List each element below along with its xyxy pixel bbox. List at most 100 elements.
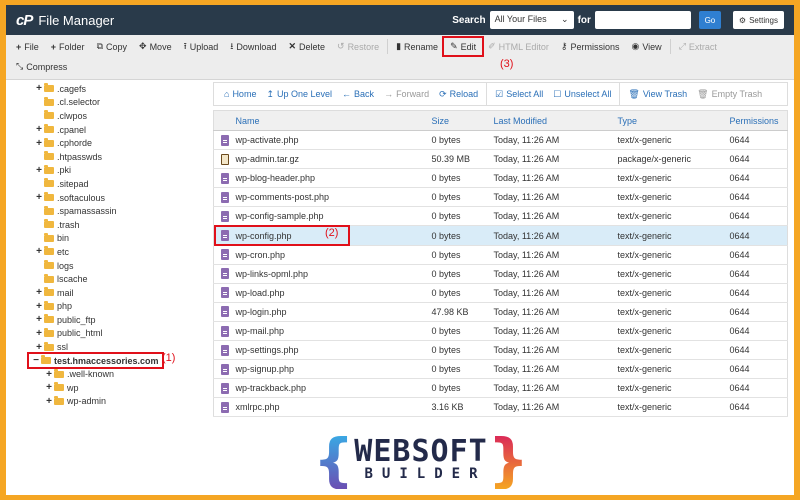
cell-name[interactable]: wp-admin.tar.gz bbox=[235, 149, 432, 170]
tree-item[interactable]: .trash bbox=[6, 218, 211, 232]
cell-name[interactable]: xmlrpc.php bbox=[235, 397, 432, 418]
tree-item[interactable]: lscache bbox=[6, 272, 211, 286]
tree-item[interactable]: + .cagefs bbox=[6, 82, 211, 96]
tree-item[interactable]: + wp bbox=[6, 381, 211, 395]
tree-item[interactable]: .clwpos bbox=[6, 109, 211, 123]
tree-item[interactable]: .sitepad bbox=[6, 177, 211, 191]
cell-name[interactable]: wp-config-sample.php bbox=[235, 206, 432, 227]
table-row[interactable]: wp-login.php 47.98 KB Today, 11:26 AM text/… bbox=[213, 302, 788, 322]
tree-item[interactable]: + .well-known bbox=[6, 367, 211, 381]
move-button[interactable]: ✥ Move bbox=[133, 38, 178, 55]
table-row[interactable]: wp-blog-header.php 0 bytes Today, 11:26 AM… bbox=[213, 168, 788, 189]
tree-item[interactable]: + mail bbox=[6, 286, 211, 300]
table-row[interactable]: wp-cron.php 0 bytes Today, 11:26 AM text/x-… bbox=[213, 245, 788, 265]
extract-button[interactable]: ⤢ Extract bbox=[673, 38, 723, 55]
expand-icon[interactable]: + bbox=[35, 138, 43, 149]
permissions-button[interactable]: ⚷ Permissions bbox=[555, 38, 626, 55]
table-row[interactable]: xmlrpc.php 3.16 KB Today, 11:26 AM text/x-g… bbox=[213, 397, 788, 418]
tree-item[interactable]: + .cphorde bbox=[6, 136, 211, 150]
header-type[interactable]: Type bbox=[617, 110, 730, 131]
header-last-modified[interactable]: Last Modified bbox=[493, 110, 618, 131]
cell-name[interactable]: wp-cron.php bbox=[235, 245, 432, 265]
cell-name[interactable]: wp-activate.php bbox=[235, 130, 432, 151]
header-name[interactable]: Name bbox=[235, 110, 432, 131]
tree-item[interactable]: .spamassassin bbox=[6, 204, 211, 218]
table-row[interactable]: wp-settings.php 0 bytes Today, 11:26 AM tex… bbox=[213, 340, 788, 361]
restore-button[interactable]: ↺ Restore bbox=[331, 38, 385, 55]
table-row[interactable]: wp-mail.php 0 bytes Today, 11:26 AM text/x-… bbox=[213, 321, 788, 342]
expand-icon[interactable]: + bbox=[35, 246, 43, 257]
reload-button[interactable]: ⟳ Reload bbox=[434, 89, 483, 100]
home-button[interactable]: ⌂ Home bbox=[219, 89, 261, 99]
header-size[interactable]: Size bbox=[431, 110, 494, 131]
rename-button[interactable]: ▮ Rename bbox=[390, 38, 444, 55]
tree-item[interactable]: + public_ftp bbox=[6, 313, 211, 327]
collapse-icon[interactable]: − bbox=[32, 355, 40, 366]
cell-name[interactable]: wp-links-opml.php bbox=[235, 264, 432, 284]
expand-icon[interactable]: + bbox=[35, 301, 43, 312]
header-permissions[interactable]: Permissions bbox=[729, 110, 788, 131]
table-row[interactable]: wp-trackback.php 0 bytes Today, 11:26 AM te… bbox=[213, 378, 788, 399]
select-all-button[interactable]: ☑ Select All bbox=[490, 89, 548, 100]
new-folder-button[interactable]: + Folder bbox=[45, 38, 91, 55]
tree-item[interactable]: .cl.selector bbox=[6, 96, 211, 110]
expand-icon[interactable]: + bbox=[35, 314, 43, 325]
expand-icon[interactable]: + bbox=[45, 369, 53, 380]
unselect-all-button[interactable]: ☐ Unselect All bbox=[548, 89, 616, 100]
cell-name[interactable]: wp-mail.php bbox=[235, 321, 432, 342]
table-row[interactable]: wp-comments-post.php 0 bytes Today, 11:26 … bbox=[213, 187, 788, 208]
cell-name[interactable]: wp-login.php bbox=[235, 302, 432, 322]
view-trash-button[interactable]: 🗑 View Trash bbox=[623, 89, 692, 100]
cell-name[interactable]: wp-load.php bbox=[235, 283, 432, 303]
tree-item[interactable]: + wp-admin bbox=[6, 395, 211, 409]
tree-item[interactable]: + etc bbox=[6, 245, 211, 259]
expand-icon[interactable]: + bbox=[35, 124, 43, 135]
expand-icon[interactable]: + bbox=[35, 287, 43, 298]
expand-icon[interactable]: + bbox=[35, 83, 43, 94]
empty-trash-button[interactable]: 🗑 Empty Trash bbox=[692, 89, 767, 100]
html-editor-button[interactable]: ✐ HTML Editor bbox=[482, 38, 555, 55]
tree-item[interactable]: + php bbox=[6, 300, 211, 314]
compress-button[interactable]: ⤡ Compress bbox=[10, 58, 73, 75]
up-one-level-button[interactable]: ↥ Up One Level bbox=[261, 89, 337, 100]
new-file-button[interactable]: + File bbox=[10, 38, 45, 55]
forward-button[interactable]: → Forward bbox=[379, 89, 434, 99]
expand-icon[interactable]: + bbox=[35, 192, 43, 203]
tree-item[interactable]: + .softaculous bbox=[6, 191, 211, 205]
tree-item[interactable]: + .pki bbox=[6, 164, 211, 178]
tree-item[interactable]: .htpasswds bbox=[6, 150, 211, 164]
download-button[interactable]: ⭳ Download bbox=[224, 38, 282, 55]
search-input[interactable] bbox=[594, 11, 691, 29]
upload-button[interactable]: ⭱ Upload bbox=[178, 38, 225, 55]
expand-icon[interactable]: + bbox=[35, 342, 43, 353]
tree-item[interactable]: + .cpanel bbox=[6, 123, 211, 137]
expand-icon[interactable]: + bbox=[45, 396, 53, 407]
expand-icon[interactable]: + bbox=[35, 328, 43, 339]
delete-button[interactable]: ✕ Delete bbox=[282, 38, 331, 55]
go-button[interactable]: Go bbox=[698, 11, 721, 29]
table-row[interactable]: wp-load.php 0 bytes Today, 11:26 AM text/x-… bbox=[213, 283, 788, 303]
view-button[interactable]: ◉ View bbox=[625, 38, 667, 55]
tree-item[interactable]: + public_html bbox=[6, 327, 211, 341]
back-button[interactable]: ← Back bbox=[337, 89, 379, 99]
table-row[interactable]: wp-admin.tar.gz 50.39 MB Today, 11:26 AM pa… bbox=[213, 149, 788, 170]
tree-item[interactable]: logs bbox=[6, 259, 211, 273]
tree-item[interactable]: + ssl bbox=[6, 340, 211, 354]
cell-name[interactable]: wp-signup.php bbox=[235, 359, 432, 380]
edit-button[interactable]: ✎ Edit bbox=[442, 36, 485, 57]
copy-button[interactable]: ⧉ Copy bbox=[91, 38, 133, 55]
cell-name[interactable]: wp-blog-header.php bbox=[235, 168, 432, 189]
cell-name[interactable]: wp-comments-post.php bbox=[235, 187, 432, 208]
expand-icon[interactable]: + bbox=[35, 165, 43, 176]
tree-item[interactable]: − test.hmaccessories.com bbox=[6, 352, 211, 370]
cell-name[interactable]: wp-trackback.php bbox=[235, 378, 432, 399]
table-row[interactable]: wp-activate.php 0 bytes Today, 11:26 AM tex… bbox=[213, 130, 788, 151]
cell-name[interactable]: wp-settings.php bbox=[235, 340, 432, 361]
table-row[interactable]: wp-signup.php 0 bytes Today, 11:26 AM text/… bbox=[213, 359, 788, 380]
tree-item[interactable]: bin bbox=[6, 232, 211, 246]
search-scope-select[interactable]: All Your Files ⌄ bbox=[489, 11, 574, 29]
table-row[interactable]: wp-config.php 0 bytes Today, 11:26 AM text/… bbox=[213, 225, 788, 246]
expand-icon[interactable]: + bbox=[45, 382, 53, 393]
table-row[interactable]: wp-config-sample.php 0 bytes Today, 11:26 … bbox=[213, 206, 788, 227]
table-row[interactable]: wp-links-opml.php 0 bytes Today, 11:26 AM t… bbox=[213, 264, 788, 284]
